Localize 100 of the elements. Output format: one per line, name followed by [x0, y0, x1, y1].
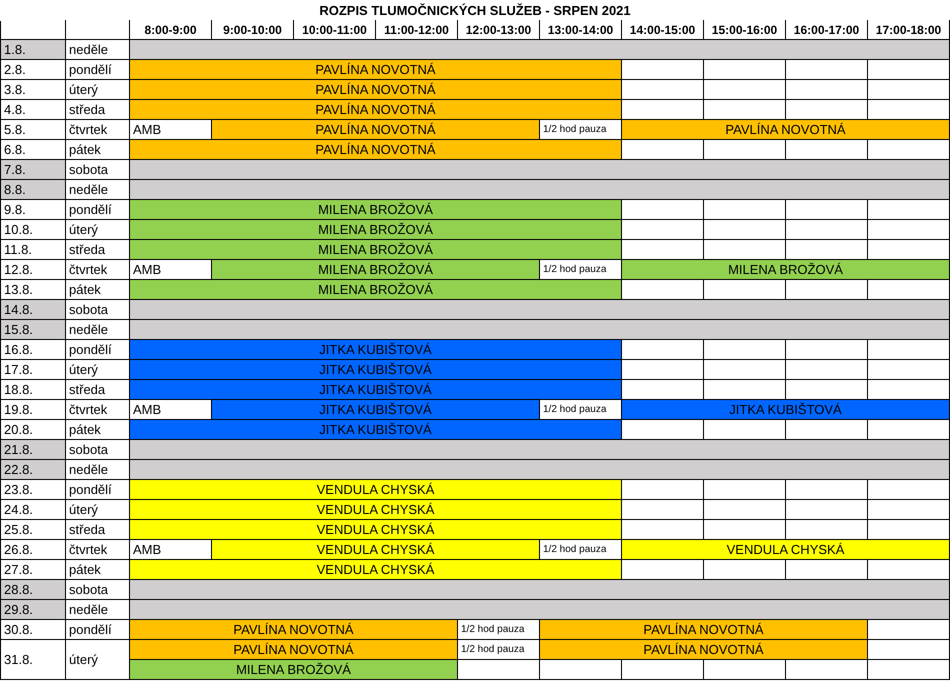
- weekday-cell: čtvrtek: [66, 120, 130, 140]
- shift-cell: PAVLÍNA NOVOTNÁ: [130, 80, 622, 100]
- shift-cell: JITKA KUBIŠTOVÁ: [130, 360, 622, 380]
- table-cell: AMB: [130, 400, 212, 420]
- date-cell: 23.8.: [1, 480, 66, 500]
- date-cell: 17.8.: [1, 360, 66, 380]
- weekday-cell: neděle: [66, 320, 130, 340]
- shift-cell: VENDULA CHYSKÁ: [130, 500, 622, 520]
- column-header: 15:00-16:00: [704, 20, 786, 40]
- column-header: 8:00-9:00: [130, 20, 212, 40]
- weekday-cell: pondělí: [66, 480, 130, 500]
- weekday-cell: pondělí: [66, 60, 130, 80]
- column-header: 12:00-13:00: [458, 20, 540, 40]
- weekday-cell: pondělí: [66, 620, 130, 640]
- weekday-cell: neděle: [66, 40, 130, 60]
- weekday-cell: sobota: [66, 580, 130, 600]
- weekday-cell: sobota: [66, 300, 130, 320]
- weekday-cell: neděle: [66, 180, 130, 200]
- weekday-cell: čtvrtek: [66, 260, 130, 280]
- date-cell: 1.8.: [1, 40, 66, 60]
- column-header: 10:00-11:00: [294, 20, 376, 40]
- shift-cell: PAVLÍNA NOVOTNÁ: [540, 640, 868, 660]
- date-cell: 3.8.: [1, 80, 66, 100]
- date-cell: 22.8.: [1, 460, 66, 480]
- weekday-cell: neděle: [66, 600, 130, 620]
- break-cell: 1/2 hod pauza: [458, 640, 540, 660]
- weekday-cell: úterý: [66, 360, 130, 380]
- date-cell: 25.8.: [1, 520, 66, 540]
- date-cell: 8.8.: [1, 180, 66, 200]
- date-cell: 13.8.: [1, 280, 66, 300]
- break-cell: 1/2 hod pauza: [540, 260, 622, 280]
- column-header: 13:00-14:00: [540, 20, 622, 40]
- weekday-cell: pátek: [66, 140, 130, 160]
- weekday-cell: pondělí: [66, 340, 130, 360]
- shift-cell: PAVLÍNA NOVOTNÁ: [130, 620, 458, 640]
- shift-cell: JITKA KUBIŠTOVÁ: [130, 380, 622, 400]
- date-cell: 14.8.: [1, 300, 66, 320]
- date-cell: 31.8.: [1, 640, 66, 680]
- column-header: 16:00-17:00: [786, 20, 868, 40]
- weekday-cell: čtvrtek: [66, 540, 130, 560]
- weekday-cell: sobota: [66, 440, 130, 460]
- break-cell: 1/2 hod pauza: [540, 400, 622, 420]
- shift-cell: MILENA BROŽOVÁ: [212, 260, 540, 280]
- shift-cell: MILENA BROŽOVÁ: [130, 280, 622, 300]
- shift-cell: JITKA KUBIŠTOVÁ: [622, 400, 950, 420]
- break-cell: 1/2 hod pauza: [540, 120, 622, 140]
- weekday-cell: středa: [66, 100, 130, 120]
- weekday-cell: úterý: [66, 80, 130, 100]
- weekday-cell: středa: [66, 380, 130, 400]
- shift-cell: PAVLÍNA NOVOTNÁ: [130, 140, 622, 160]
- shift-cell: PAVLÍNA NOVOTNÁ: [130, 640, 458, 660]
- weekday-cell: úterý: [66, 220, 130, 240]
- break-cell: 1/2 hod pauza: [458, 620, 540, 640]
- shift-cell: PAVLÍNA NOVOTNÁ: [130, 60, 622, 80]
- shift-cell: VENDULA CHYSKÁ: [130, 560, 622, 580]
- table-cell: AMB: [130, 120, 212, 140]
- weekday-cell: pátek: [66, 560, 130, 580]
- shift-cell: JITKA KUBIŠTOVÁ: [130, 340, 622, 360]
- date-cell: 26.8.: [1, 540, 66, 560]
- date-cell: 15.8.: [1, 320, 66, 340]
- date-cell: 24.8.: [1, 500, 66, 520]
- date-cell: 28.8.: [1, 580, 66, 600]
- date-cell: 19.8.: [1, 400, 66, 420]
- column-header: 9:00-10:00: [212, 20, 294, 40]
- shift-cell: VENDULA CHYSKÁ: [622, 540, 950, 560]
- shift-cell: VENDULA CHYSKÁ: [130, 520, 622, 540]
- column-header: 11:00-12:00: [376, 20, 458, 40]
- weekday-cell: pátek: [66, 280, 130, 300]
- shift-cell: JITKA KUBIŠTOVÁ: [212, 400, 540, 420]
- date-cell: 18.8.: [1, 380, 66, 400]
- date-cell: 9.8.: [1, 200, 66, 220]
- date-cell: 5.8.: [1, 120, 66, 140]
- shift-cell: PAVLÍNA NOVOTNÁ: [622, 120, 950, 140]
- shift-cell: VENDULA CHYSKÁ: [130, 480, 622, 500]
- shift-cell: MILENA BROŽOVÁ: [130, 200, 622, 220]
- date-cell: 20.8.: [1, 420, 66, 440]
- shift-cell: VENDULA CHYSKÁ: [212, 540, 540, 560]
- date-cell: 27.8.: [1, 560, 66, 580]
- date-cell: 11.8.: [1, 240, 66, 260]
- date-cell: 4.8.: [1, 100, 66, 120]
- date-cell: 16.8.: [1, 340, 66, 360]
- weekday-cell: pondělí: [66, 200, 130, 220]
- shift-cell: PAVLÍNA NOVOTNÁ: [540, 620, 868, 640]
- column-header: 17:00-18:00: [868, 20, 950, 40]
- shift-cell: MILENA BROŽOVÁ: [622, 260, 950, 280]
- shift-cell: JITKA KUBIŠTOVÁ: [130, 420, 622, 440]
- column-header: 14:00-15:00: [622, 20, 704, 40]
- date-cell: 30.8.: [1, 620, 66, 640]
- date-cell: 29.8.: [1, 600, 66, 620]
- shift-cell: MILENA BROŽOVÁ: [130, 220, 622, 240]
- table-cell: AMB: [130, 260, 212, 280]
- shift-cell: MILENA BROŽOVÁ: [130, 240, 622, 260]
- date-cell: 21.8.: [1, 440, 66, 460]
- shift-cell: PAVLÍNA NOVOTNÁ: [212, 120, 540, 140]
- weekday-cell: sobota: [66, 160, 130, 180]
- break-cell: 1/2 hod pauza: [540, 540, 622, 560]
- weekday-cell: neděle: [66, 460, 130, 480]
- weekday-cell: středa: [66, 520, 130, 540]
- weekday-cell: úterý: [66, 500, 130, 520]
- weekday-cell: čtvrtek: [66, 400, 130, 420]
